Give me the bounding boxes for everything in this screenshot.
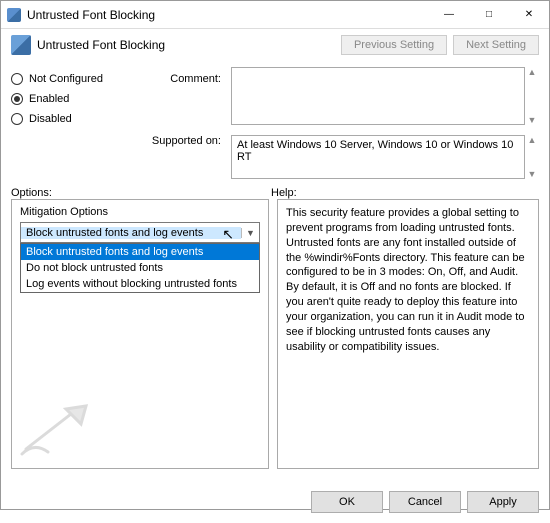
dropdown-option[interactable]: Block untrusted fonts and log events: [21, 244, 259, 260]
supported-label: Supported on:: [147, 133, 221, 153]
radio-label: Disabled: [29, 113, 72, 125]
options-label: Options:: [11, 187, 271, 199]
scroll-up-icon[interactable]: ▲: [525, 135, 539, 145]
dialog-buttons: OK Cancel Apply: [1, 479, 549, 523]
header: Untrusted Font Blocking Previous Setting…: [11, 33, 539, 61]
mitigation-options-label: Mitigation Options: [20, 206, 260, 218]
radio-not-configured[interactable]: Not Configured: [11, 69, 137, 89]
radio-label: Not Configured: [29, 73, 103, 85]
dropdown-option[interactable]: Log events without blocking untrusted fo…: [21, 276, 259, 292]
next-setting-button[interactable]: Next Setting: [453, 35, 539, 55]
scroll-down-icon[interactable]: ▼: [525, 115, 539, 125]
state-radio-group: Not Configured Enabled Disabled: [11, 67, 137, 179]
combobox-selected: Block untrusted fonts and log events: [21, 227, 241, 239]
close-button[interactable]: ✕: [509, 1, 549, 28]
window-title: Untrusted Font Blocking: [27, 8, 429, 22]
app-icon: [7, 8, 21, 22]
help-panel: This security feature provides a global …: [277, 199, 539, 469]
mitigation-options-dropdown: Block untrusted fonts and log events Do …: [20, 243, 260, 293]
maximize-button[interactable]: □: [469, 1, 509, 28]
help-label: Help:: [271, 187, 539, 199]
title-bar: Untrusted Font Blocking — □ ✕: [1, 1, 549, 29]
radio-disabled[interactable]: Disabled: [11, 109, 137, 129]
radio-enabled[interactable]: Enabled: [11, 89, 137, 109]
dropdown-option[interactable]: Do not block untrusted fonts: [21, 260, 259, 276]
chevron-down-icon[interactable]: ▼: [241, 228, 259, 238]
options-panel: Mitigation Options Block untrusted fonts…: [11, 199, 269, 469]
policy-name: Untrusted Font Blocking: [37, 38, 165, 52]
minimize-button[interactable]: —: [429, 1, 469, 28]
comment-label: Comment:: [147, 71, 221, 133]
radio-icon: [11, 93, 23, 105]
watermark-icon: [16, 394, 106, 464]
mitigation-options-combobox[interactable]: Block untrusted fonts and log events ▼: [20, 222, 260, 243]
radio-label: Enabled: [29, 93, 69, 105]
comment-input[interactable]: [231, 67, 525, 125]
help-text: This security feature provides a global …: [286, 206, 530, 354]
scroll-up-icon[interactable]: ▲: [525, 67, 539, 77]
radio-icon: [11, 73, 23, 85]
policy-icon: [11, 35, 31, 55]
radio-icon: [11, 113, 23, 125]
previous-setting-button[interactable]: Previous Setting: [341, 35, 447, 55]
scroll-down-icon[interactable]: ▼: [525, 169, 539, 179]
supported-on-text: At least Windows 10 Server, Windows 10 o…: [231, 135, 525, 179]
